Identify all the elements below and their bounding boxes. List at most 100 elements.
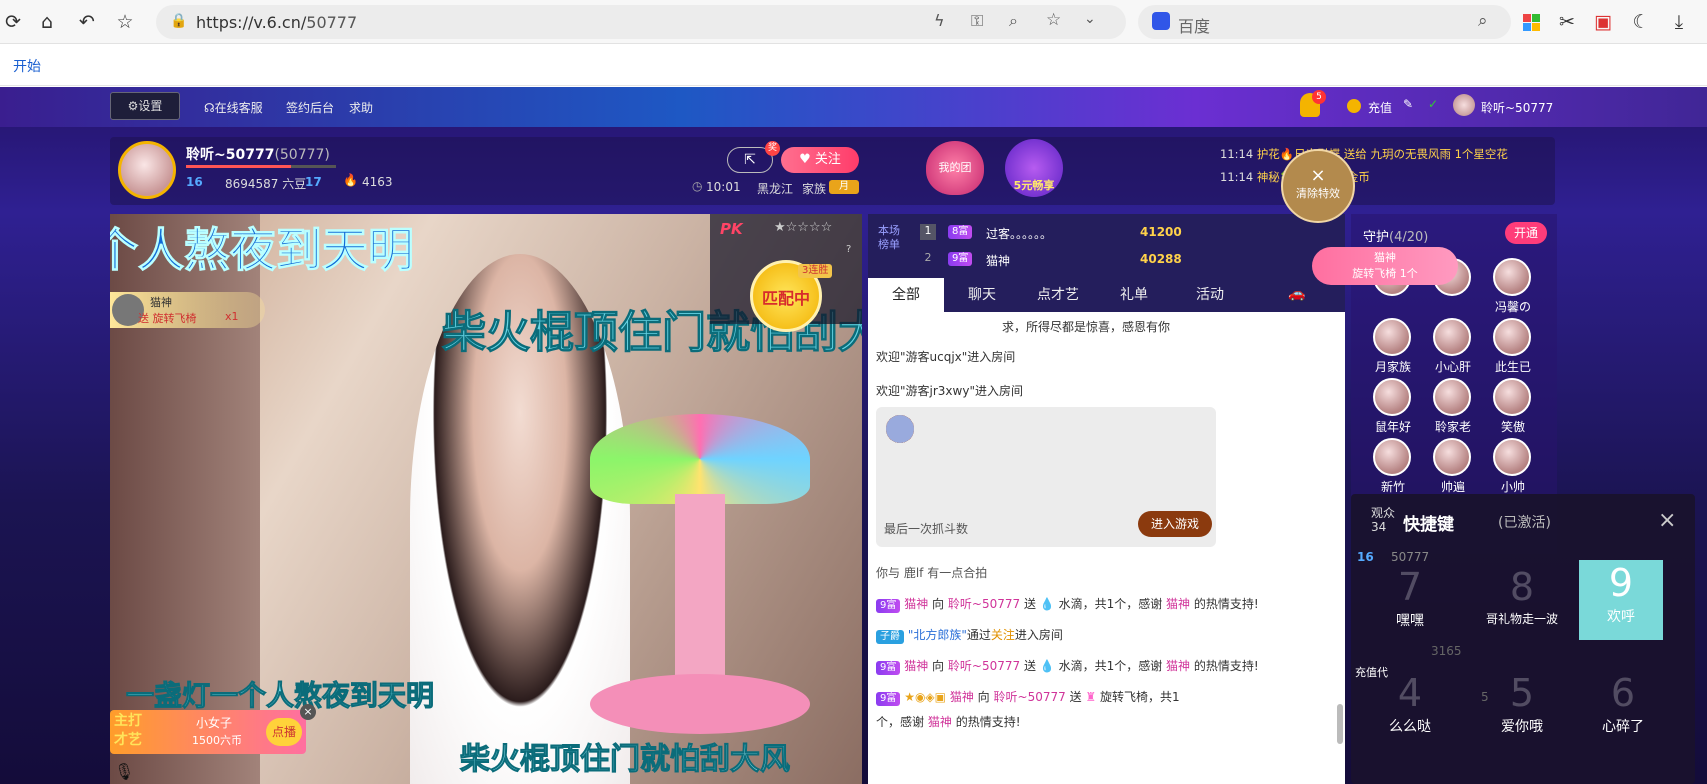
guard-avatar[interactable]: [1373, 378, 1411, 416]
key-icon[interactable]: ⚿: [971, 11, 983, 31]
anchor-avatar[interactable]: [118, 141, 176, 199]
zoom-icon[interactable]: ⌕: [1009, 11, 1018, 31]
guard-name: 帅遍: [1440, 480, 1465, 494]
droplet-icon: 💧: [1039, 597, 1055, 611]
site-topnav: ⚙设置 ☊在线客服 签约后台 求助 5 充值 ✎ ✓ 聆听~50777: [0, 87, 1707, 127]
shortcut-key[interactable]: 6 心碎了: [1575, 670, 1671, 750]
song-request-card[interactable]: 主打 才艺 小女子 1500六币 点播: [110, 710, 306, 754]
recharge-link[interactable]: 充值: [1368, 99, 1392, 116]
my-group-badge[interactable]: 我的团: [926, 141, 984, 195]
user-row-level: 16: [1357, 550, 1374, 564]
favorite-icon[interactable]: ☆: [1046, 10, 1061, 30]
flash-icon[interactable]: ϟ: [934, 11, 945, 30]
shortcut-key[interactable]: 4 么么哒: [1351, 670, 1469, 750]
location: 黑龙江: [757, 182, 794, 196]
settings-button[interactable]: ⚙设置: [110, 92, 180, 120]
carousel-gift-graphic: [580, 344, 820, 784]
clear-effects-button[interactable]: × 清除特效: [1281, 149, 1355, 223]
guard-avatar[interactable]: [1433, 438, 1471, 476]
close-icon[interactable]: ×: [300, 704, 316, 720]
guard-avatar[interactable]: [1493, 378, 1531, 416]
chat-gift-message-cont: 个，感谢 猫神 的热情支持!: [876, 715, 1021, 729]
edit-icon[interactable]: ✎: [1403, 97, 1413, 111]
user-row-name: 50777: [1391, 550, 1430, 564]
chat-welcome: 欢迎"游客ucqjx"进入房间: [876, 350, 1016, 364]
bookmark-start[interactable]: 开始: [13, 56, 41, 76]
carousel-icon: ♜: [1085, 690, 1097, 704]
mic-icon[interactable]: 🎙: [114, 762, 134, 781]
guard-avatar[interactable]: [1373, 438, 1411, 476]
undo-icon[interactable]: ↶: [74, 9, 100, 35]
guard-avatar[interactable]: [1493, 258, 1531, 296]
help-icon[interactable]: ?: [846, 244, 851, 255]
bookmark-star-icon[interactable]: ☆: [112, 9, 138, 35]
shortcut-key-selected[interactable]: 9 欢呼: [1579, 560, 1663, 640]
chat-scrollbar[interactable]: [1337, 704, 1343, 744]
pk-stars: ★☆☆☆☆: [774, 220, 833, 235]
activated-status: (已激活): [1498, 515, 1551, 531]
shortcut-key[interactable]: 5 爱你哦: [1463, 670, 1581, 750]
chat-notice: 求，所得尽都是惊喜，感恩有你: [1002, 320, 1171, 334]
heart-icon: ♥: [799, 152, 811, 167]
five-yuan-promo[interactable]: 5元畅享: [1005, 139, 1063, 197]
pk-label: PK: [720, 220, 743, 238]
scissors-icon[interactable]: ✂: [1554, 9, 1580, 35]
droplet-icon: 💧: [1039, 659, 1055, 673]
user-menu[interactable]: 聆听~50777: [1481, 99, 1553, 116]
guard-avatar[interactable]: [1493, 438, 1531, 476]
apps-icon[interactable]: [1518, 9, 1544, 35]
mini-game-card: 最后一次抓斗数 进入游戏: [876, 407, 1216, 547]
guard-avatar[interactable]: [1373, 318, 1411, 356]
bell-count-badge: 5: [1312, 90, 1326, 104]
shortcut-panel: 观众 34 快捷键 (已激活) × 16 50777 3165 充值代 5 7 嘿嘿…: [1351, 494, 1695, 784]
medal-icon: ★◉◈▣: [904, 690, 946, 704]
enter-game-button[interactable]: 进入游戏: [1138, 511, 1212, 537]
family-label: 家族: [802, 182, 827, 196]
follow-button[interactable]: ♥ 关注: [781, 147, 859, 173]
guard-title: 守护(4/20): [1363, 230, 1429, 245]
browser-toolbar: ⟳ ⌂ ↶ ☆ 🔒 https://v.6.cn/50777 ϟ ⚿ ⌕ ☆ ⌄…: [0, 0, 1707, 44]
rank-row[interactable]: 1 8富 过客。。。。。。 41200: [920, 222, 1330, 244]
clock-icon: ◷: [692, 179, 703, 193]
search-icon[interactable]: ⌕: [1478, 11, 1488, 31]
address-bar[interactable]: 🔒 https://v.6.cn/50777 ϟ ⚿ ⌕ ☆ ⌄: [156, 5, 1126, 39]
shortcut-key[interactable]: 8 哥礼物走一波: [1463, 564, 1581, 644]
avatar[interactable]: [1453, 94, 1475, 116]
guard-avatar[interactable]: [1493, 318, 1531, 356]
dark-mode-icon[interactable]: ☾: [1628, 9, 1654, 35]
tab-talent[interactable]: 点才艺: [1020, 278, 1096, 312]
send-text: 送 旋转飞椅: [138, 312, 197, 325]
rank-row[interactable]: 2 9富 猫神 40288: [920, 249, 1330, 271]
rank-label[interactable]: 本场榜单: [878, 224, 908, 252]
help-link[interactable]: 求助: [349, 99, 373, 116]
guard-avatar[interactable]: [1433, 318, 1471, 356]
customer-service-link[interactable]: ☊在线客服: [204, 99, 263, 116]
chat-pair-message: 你与 鹿lf 有一点合拍: [876, 566, 988, 580]
tab-chat[interactable]: 聊天: [944, 278, 1020, 312]
shortcut-key[interactable]: 7 嘿嘿: [1351, 564, 1469, 644]
sender-name: 猫神: [150, 296, 172, 309]
game-notice: 最后一次抓斗数: [884, 522, 969, 536]
sign-link[interactable]: 签约后台: [286, 99, 334, 116]
url-path: 50777: [306, 13, 358, 32]
open-guard-button[interactable]: 开通: [1505, 222, 1547, 244]
tab-activity[interactable]: 活动: [1172, 278, 1248, 312]
verified-icon: ✓: [1428, 97, 1439, 111]
download-icon[interactable]: ⤓: [1666, 9, 1692, 35]
close-icon: ×: [1310, 165, 1326, 186]
chat-welcome: 欢迎"游客jr3xwy"进入房间: [876, 384, 1023, 398]
chat-panel: 本场榜单 1 8富 过客。。。。。。 41200 2 9富 猫神 40288 全…: [868, 214, 1345, 784]
pdf-icon[interactable]: ▣: [1590, 9, 1616, 35]
tab-viewers[interactable]: 观众 34: [1371, 506, 1395, 534]
search-bar[interactable]: 百度 ⌕: [1138, 5, 1511, 39]
guard-avatar[interactable]: [1433, 378, 1471, 416]
request-song-button[interactable]: 点播: [266, 718, 302, 746]
reload-icon[interactable]: ⟳: [0, 9, 26, 35]
chevron-down-icon[interactable]: ⌄: [1084, 11, 1096, 27]
close-icon[interactable]: ×: [1658, 508, 1676, 533]
tab-all[interactable]: 全部: [868, 278, 944, 312]
tab-gift-list[interactable]: 礼单: [1096, 278, 1172, 312]
guard-name: 笑傲: [1500, 420, 1525, 434]
live-video[interactable]: 灯一个人熬夜到天明 柴火棍顶住门就怕刮大风 一盏灯一个人熬夜到天明 柴火棍顶住门…: [110, 214, 862, 784]
home-icon[interactable]: ⌂: [34, 9, 60, 35]
